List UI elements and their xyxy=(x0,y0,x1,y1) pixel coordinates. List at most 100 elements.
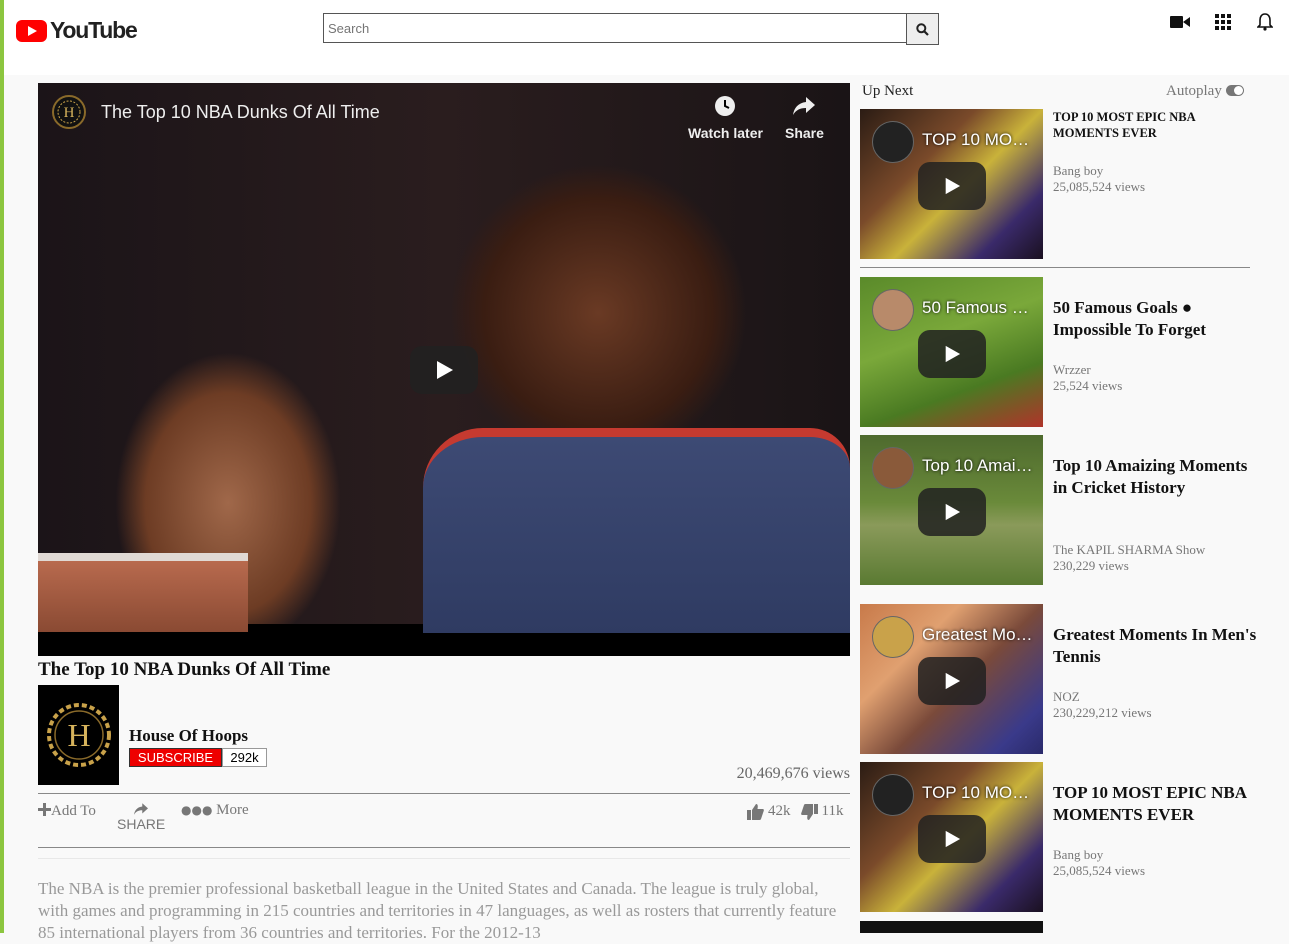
play-icon xyxy=(945,830,961,848)
up-next-item[interactable]: TOP 10 MOST EPIC NBA MOMENTS EVER TOP 10… xyxy=(860,109,1255,259)
channel-logo-icon[interactable]: H xyxy=(52,95,86,129)
thumb-play-button[interactable] xyxy=(918,330,986,378)
share-label: Share xyxy=(785,125,824,141)
like-count: 42k xyxy=(768,803,791,819)
up-next-views: 25,085,524 views xyxy=(1053,863,1146,878)
up-next-channel: Bang boy xyxy=(1053,847,1104,862)
top-bar: YouTube xyxy=(4,0,1289,75)
play-icon xyxy=(945,177,961,195)
up-next-views: 230,229 views xyxy=(1053,558,1129,573)
thumb-channel-avatar xyxy=(872,289,914,331)
up-next-label: Up Next xyxy=(862,83,914,99)
video-thumbnail[interactable]: TOP 10 MOST EPIC NBA MOMENTS EVER xyxy=(860,762,1043,912)
up-next-views: 25,524 views xyxy=(1053,378,1123,393)
up-next-views: 230,229,212 views xyxy=(1053,705,1152,720)
thumb-title: TOP 10 MOST EPIC NBA MOMENTS EVER xyxy=(922,783,1040,802)
divider xyxy=(38,858,850,859)
player-jersey-left xyxy=(38,553,248,632)
video-thumbnail[interactable]: Greatest Moments In Men's Tennis xyxy=(860,604,1043,754)
up-next-channel: Wrzzer xyxy=(1053,362,1091,377)
channel-name[interactable]: House Of Hoops xyxy=(129,726,248,746)
subscribe-button[interactable]: SUBSCRIBE xyxy=(129,748,222,767)
autoplay-label: Autoplay xyxy=(1166,83,1222,99)
youtube-logo[interactable]: YouTube xyxy=(16,17,138,44)
up-next-item[interactable]: Greatest Moments In Men's Tennis Greates… xyxy=(860,604,1258,754)
thumb-play-button[interactable] xyxy=(918,162,986,210)
autoplay-toggle[interactable] xyxy=(1226,85,1244,96)
up-next-channel: Bang boy xyxy=(1053,163,1104,178)
video-title: The Top 10 NBA Dunks Of All Time xyxy=(38,659,331,680)
youtube-play-logo-icon xyxy=(16,19,47,42)
video-camera-icon[interactable] xyxy=(1170,12,1190,32)
video-thumbnail[interactable]: TOP 10 MOST EPIC NBA MOMENTS EVER xyxy=(860,109,1043,259)
play-icon xyxy=(945,503,961,521)
divider xyxy=(860,267,1250,268)
player-jersey-right xyxy=(423,428,850,633)
play-icon xyxy=(945,345,961,363)
channel-avatar-letter: H xyxy=(67,717,90,753)
up-next-views: 25,085,524 views xyxy=(1053,179,1146,194)
watch-later-label: Watch later xyxy=(688,125,763,141)
up-next-item[interactable]: TOP 10 MOST EPIC NBA MOMENTS EVER TOP 10… xyxy=(860,762,1255,912)
up-next-channel: The KAPIL SHARMA Show xyxy=(1053,542,1206,557)
share-button[interactable]: Share xyxy=(785,95,824,141)
channel-logo-icon: H xyxy=(46,703,111,767)
search-button[interactable] xyxy=(906,13,939,45)
video-thumbnail[interactable] xyxy=(860,921,1043,933)
more-dots-icon: ●●● xyxy=(181,803,213,817)
thumbs-up-icon xyxy=(747,803,764,820)
search-input[interactable] xyxy=(323,13,912,43)
clock-icon xyxy=(715,96,736,116)
up-next-title[interactable]: TOP 10 MOST EPIC NBA MOMENTS EVER xyxy=(1053,109,1258,141)
video-player[interactable]: H The Top 10 NBA Dunks Of All Time Watch… xyxy=(38,83,850,656)
plus-icon xyxy=(38,803,51,816)
share-arrow-icon xyxy=(134,803,149,815)
add-to-label: Add To xyxy=(51,803,96,819)
thumb-play-button[interactable] xyxy=(918,657,986,705)
thumb-channel-avatar xyxy=(872,774,914,816)
thumb-play-button[interactable] xyxy=(918,815,986,863)
view-count: 20,469,676 views xyxy=(736,765,850,782)
more-button[interactable]: ●●● More xyxy=(181,802,249,819)
add-to-button[interactable]: Add To xyxy=(38,802,98,820)
apps-grid-icon[interactable] xyxy=(1213,12,1233,32)
channel-logo-letter: H xyxy=(64,105,75,121)
up-next-title[interactable]: Greatest Moments In Men's Tennis xyxy=(1053,624,1258,668)
thumb-title: Top 10 Amaizing Moments in Cricket Histo… xyxy=(922,456,1040,475)
share-action-label: SHARE xyxy=(117,816,166,832)
video-description: The NBA is the premier professional bask… xyxy=(38,879,837,942)
thumb-title: 50 Famous Goals ● Impossible To Forget xyxy=(922,298,1040,317)
thumb-play-button[interactable] xyxy=(918,488,986,536)
up-next-item[interactable]: Top 10 Amaizing Moments in Cricket Histo… xyxy=(860,435,1255,585)
up-next-title[interactable]: Top 10 Amaizing Moments in Cricket Histo… xyxy=(1053,455,1258,499)
up-next-channel: NOZ xyxy=(1053,689,1080,704)
thumb-title: Greatest Moments In Men's Tennis xyxy=(922,625,1040,644)
share-arrow-icon xyxy=(793,97,816,115)
share-action-button[interactable]: SHARE xyxy=(117,802,165,832)
dislike-button[interactable]: 11k xyxy=(800,803,844,820)
thumb-title: TOP 10 MOST EPIC NBA MOMENTS EVER xyxy=(922,130,1040,149)
thumb-channel-avatar xyxy=(872,121,914,163)
play-button[interactable] xyxy=(410,346,478,394)
up-next-title[interactable]: 50 Famous Goals ● Impossible To Forget xyxy=(1053,297,1258,341)
video-thumbnail[interactable]: 50 Famous Goals ● Impossible To Forget xyxy=(860,277,1043,427)
up-next-title[interactable]: TOP 10 MOST EPIC NBA MOMENTS EVER xyxy=(1053,782,1258,826)
play-icon xyxy=(437,361,453,379)
divider xyxy=(38,793,850,794)
up-next-item[interactable]: 50 Famous Goals ● Impossible To Forget 5… xyxy=(860,277,1255,427)
player-title[interactable]: The Top 10 NBA Dunks Of All Time xyxy=(101,102,380,123)
subscriber-count: 292k xyxy=(222,748,267,767)
logo-text: YouTube xyxy=(50,17,138,43)
watch-later-button[interactable]: Watch later xyxy=(688,95,763,141)
thumb-channel-avatar xyxy=(872,616,914,658)
thumb-channel-avatar xyxy=(872,447,914,489)
notifications-bell-icon[interactable] xyxy=(1255,12,1275,32)
video-thumbnail[interactable]: Top 10 Amaizing Moments in Cricket Histo… xyxy=(860,435,1043,585)
channel-avatar[interactable]: H xyxy=(38,685,119,785)
more-label: More xyxy=(216,802,249,818)
thumbs-down-icon xyxy=(800,803,818,820)
divider xyxy=(38,847,850,848)
dislike-count: 11k xyxy=(821,803,844,819)
like-button[interactable]: 42k xyxy=(747,803,791,820)
play-icon xyxy=(945,672,961,690)
